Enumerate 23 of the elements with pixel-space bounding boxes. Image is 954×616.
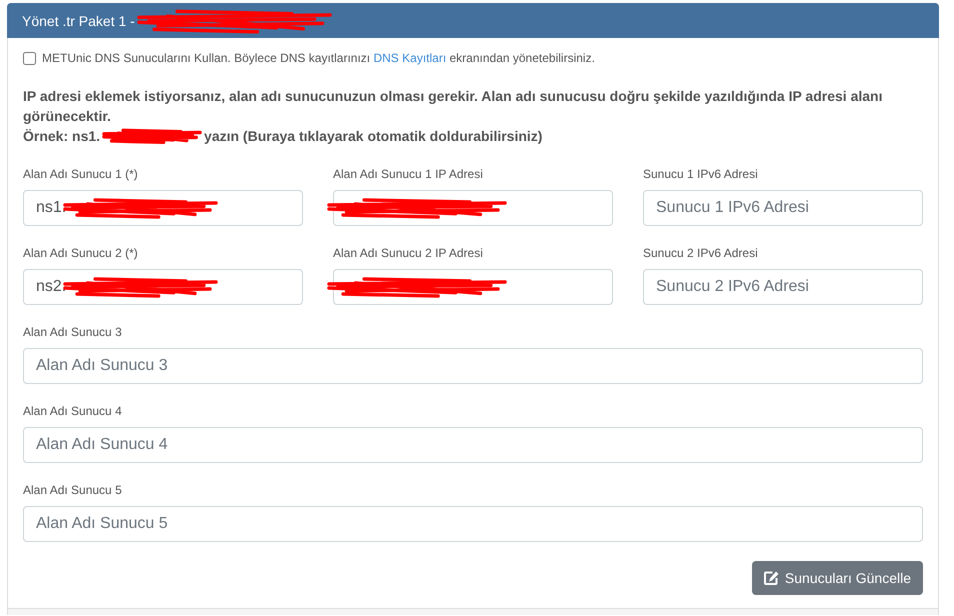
input-field[interactable]: Sunucu 1 IPv6 Adresi xyxy=(643,190,923,226)
example-text: Örnek: ns1. xyxy=(23,127,100,146)
panel-title: Yönet .tr Paket 1 - xyxy=(22,12,135,28)
field-label: Alan Adı Sunucu 1 IP Adresi xyxy=(333,166,484,183)
field-label: Sunucu 2 IPv6 Adresi xyxy=(643,245,759,262)
info-text: IP adresi eklemek istiyorsanız, alan adı sunucunuzun olması gerekir. Alan adı sunucusu doğru şekilde yazıldığında IP adresi alanı görünecektir. xyxy=(23,87,884,126)
example-text: yazın (Buraya tıklayarak otomatik doldurabilirsiniz) xyxy=(204,127,542,146)
checkbox[interactable] xyxy=(23,52,36,64)
edit-icon xyxy=(764,571,779,585)
checkbox-label: METUnic DNS Sunucularını Kullan. Böylece DNS kayıtlarınızı DNS Kayıtları ekranından yönetebilirsiniz. xyxy=(42,51,595,65)
field-label: Alan Adı Sunucu 3 xyxy=(23,324,123,341)
input-field[interactable]: Alan Adı Sunucu 3 xyxy=(23,348,923,384)
field-label: Alan Adı Sunucu 1 (*) xyxy=(23,166,139,183)
field-label: Alan Adı Sunucu 2 IP Adresi xyxy=(333,245,484,262)
field-label: Alan Adı Sunucu 5 xyxy=(23,482,123,499)
field-label: Sunucu 1 IPv6 Adresi xyxy=(643,166,759,183)
input-field[interactable]: Alan Adı Sunucu 4 xyxy=(23,427,923,463)
field-label: Alan Adı Sunucu 4 xyxy=(23,403,123,420)
dns-records-link[interactable]: DNS Kayıtları xyxy=(373,51,446,65)
input-field[interactable]: Sunucu 2 IPv6 Adresi xyxy=(643,269,923,305)
field-label: Alan Adı Sunucu 2 (*) xyxy=(23,245,139,262)
update-servers-button[interactable]: Sunucuları Güncelle xyxy=(752,561,923,595)
input-field[interactable]: Alan Adı Sunucu 5 xyxy=(23,506,923,542)
